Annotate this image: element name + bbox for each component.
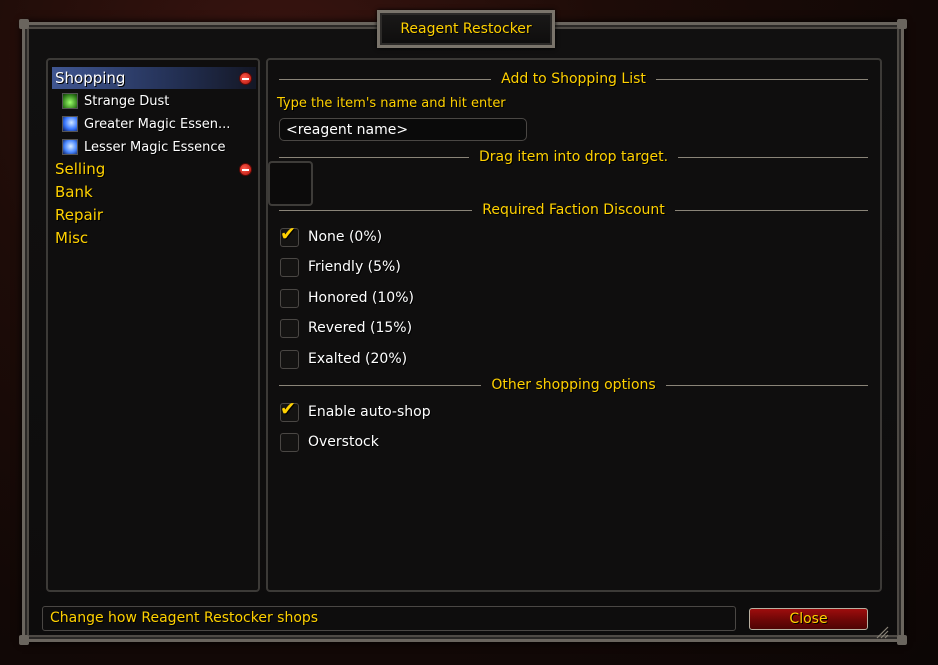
option-label: None (0%) [308, 229, 383, 245]
checkbox[interactable]: ✔ [280, 397, 299, 422]
sidebar-item-label: Shopping [55, 69, 126, 87]
reagent-input-hint: Type the item's name and hit enter [277, 96, 506, 111]
divider [279, 78, 492, 80]
frame-corner [897, 19, 907, 29]
frame-corner [19, 19, 29, 29]
sidebar-item-selling[interactable]: Selling [52, 158, 256, 180]
section-header-faction-discount: Required Faction Discount [279, 202, 869, 218]
checkmark-icon: ✔ [280, 222, 296, 245]
section-header-drag-item: Drag item into drop target. [279, 149, 868, 165]
option-overstock[interactable]: Overstock [280, 432, 379, 452]
section-title: Required Faction Discount [482, 202, 665, 218]
checkbox[interactable] [280, 349, 299, 369]
section-header-add-to-shopping-list: Add to Shopping List [279, 71, 869, 87]
faction-option-exalted[interactable]: Exalted (20%) [280, 349, 407, 369]
sidebar-item-label: Misc [55, 229, 89, 247]
sidebar-subitem-label: Lesser Magic Essence [84, 139, 226, 155]
sidebar: Shopping Strange Dust Greater Magic Esse… [46, 58, 260, 592]
divider [279, 156, 469, 158]
divider [678, 156, 868, 158]
section-header-other-options: Other shopping options [279, 377, 868, 393]
sidebar-item-label: Repair [55, 206, 104, 224]
greater-magic-essence-icon [62, 116, 78, 132]
divider [655, 78, 869, 80]
divider [674, 209, 869, 211]
option-label: Exalted (20%) [308, 351, 408, 367]
divider [665, 384, 868, 386]
sidebar-subitem-lesser-magic-essence[interactable]: Lesser Magic Essence [62, 136, 226, 158]
checkbox[interactable] [280, 432, 299, 452]
faction-option-none[interactable]: ✔ None (0%) [280, 222, 383, 247]
sidebar-item-label: Selling [55, 160, 106, 178]
checkbox[interactable] [280, 257, 299, 277]
checkmark-icon: ✔ [280, 397, 296, 420]
section-title: Add to Shopping List [501, 71, 646, 87]
sidebar-subitem-greater-magic-essence[interactable]: Greater Magic Essen... [62, 113, 230, 135]
option-label: Enable auto-shop [308, 404, 431, 420]
collapse-icon[interactable] [239, 163, 252, 176]
resize-grip-icon[interactable] [875, 625, 889, 639]
option-label: Overstock [308, 434, 379, 450]
collapse-icon[interactable] [239, 72, 252, 85]
divider [279, 209, 473, 211]
status-bar: Change how Reagent Restocker shops [42, 606, 736, 631]
checkbox[interactable] [280, 318, 299, 338]
option-label: Revered (15%) [308, 320, 413, 336]
section-title: Drag item into drop target. [478, 149, 669, 165]
sidebar-item-shopping[interactable]: Shopping [52, 67, 256, 89]
frame-corner [19, 635, 29, 645]
sidebar-subitem-label: Strange Dust [84, 93, 170, 109]
divider [279, 384, 482, 386]
close-button[interactable]: Close [749, 608, 868, 630]
faction-option-friendly[interactable]: Friendly (5%) [280, 257, 401, 277]
sidebar-item-bank[interactable]: Bank [52, 181, 256, 203]
lesser-magic-essence-icon [62, 139, 78, 155]
section-title: Other shopping options [491, 377, 656, 393]
item-drop-target[interactable] [268, 161, 313, 206]
checkbox[interactable] [280, 288, 299, 308]
option-label: Honored (10%) [308, 290, 414, 306]
option-enable-auto-shop[interactable]: ✔ Enable auto-shop [280, 397, 431, 422]
strange-dust-icon [62, 93, 78, 109]
faction-option-revered[interactable]: Revered (15%) [280, 318, 412, 338]
sidebar-item-label: Bank [55, 183, 93, 201]
sidebar-item-misc[interactable]: Misc [52, 227, 256, 249]
sidebar-subitem-strange-dust[interactable]: Strange Dust [62, 90, 169, 112]
option-label: Friendly (5%) [308, 259, 401, 275]
sidebar-subitem-label: Greater Magic Essen... [84, 116, 231, 132]
frame-corner [897, 635, 907, 645]
sidebar-item-repair[interactable]: Repair [52, 204, 256, 226]
window-title: Reagent Restocker [400, 21, 532, 37]
faction-option-honored[interactable]: Honored (10%) [280, 288, 414, 308]
reagent-name-input[interactable] [279, 118, 527, 141]
window-title-plate[interactable]: Reagent Restocker [377, 10, 555, 48]
checkbox[interactable]: ✔ [280, 222, 299, 247]
